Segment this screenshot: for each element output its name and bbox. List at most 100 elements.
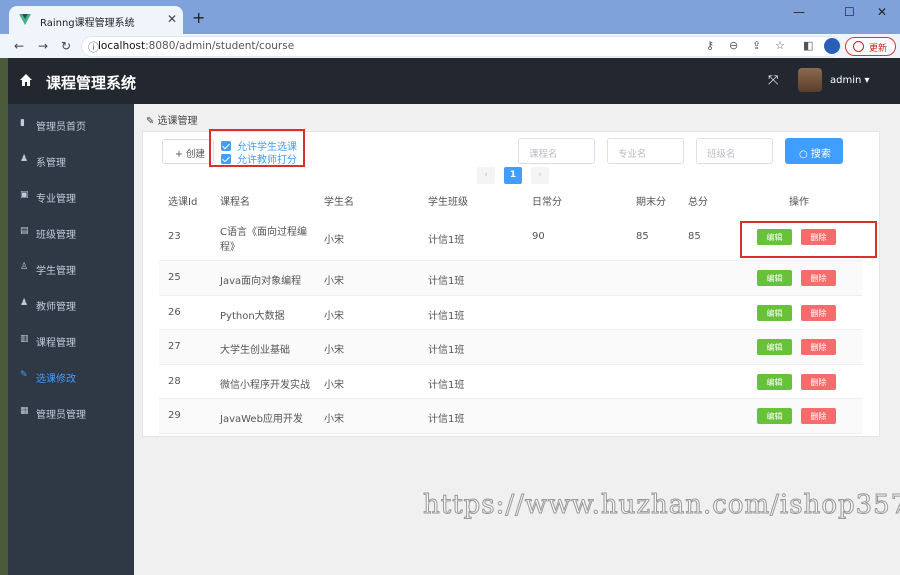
column-header: 课程名: [220, 197, 250, 208]
content-card: + 创建 允许学生选课 允许教师打分 课程名 专业名 班级名 ○ 搜索 ‹ 1 …: [142, 129, 880, 437]
update-button[interactable]: 更新: [845, 37, 896, 56]
major-name-input[interactable]: 专业名: [607, 138, 684, 164]
fullscreen-icon[interactable]: ⤧: [768, 73, 778, 88]
url-text: localhost:8080/admin/student/course: [98, 40, 295, 52]
sidebar-item-course[interactable]: ▥ 课程管理: [8, 325, 134, 355]
back-icon[interactable]: ←: [14, 39, 24, 53]
class-name-input[interactable]: 班级名: [696, 138, 773, 164]
table-row: 27 大学生创业基础 小宋 计信1班 编辑 删除: [159, 330, 862, 365]
share-icon[interactable]: ⇪: [752, 39, 761, 52]
address-bar: ← → ↻ ⓘ localhost:8080/admin/student/cou…: [0, 34, 900, 58]
browser-tab[interactable]: Rainng课程管理系统 ✕: [9, 6, 183, 34]
sidepanel-icon[interactable]: ◧: [803, 39, 813, 52]
create-button[interactable]: + 创建: [162, 139, 214, 164]
group-icon: ♟: [20, 154, 29, 164]
cell-total: 85: [688, 231, 701, 242]
key-icon[interactable]: ⚷: [706, 39, 714, 52]
column-header: 日常分: [532, 197, 562, 208]
column-header: 学生班级: [428, 197, 468, 208]
cell-student: 小宋: [324, 235, 344, 246]
edit-button[interactable]: 编辑: [757, 408, 792, 424]
cell-class: 计信1班: [428, 380, 465, 391]
forward-icon[interactable]: →: [38, 39, 48, 53]
maximize-icon[interactable]: ☐: [844, 5, 855, 19]
chart-icon: ▮: [20, 118, 25, 128]
sidebar-item-class[interactable]: ▤ 班级管理: [8, 217, 134, 247]
cell-student: 小宋: [324, 380, 344, 391]
column-header: 选课Id: [168, 197, 198, 208]
breadcrumb: ✎ 选课管理: [146, 116, 198, 127]
search-button[interactable]: ○ 搜索: [785, 138, 843, 164]
cell-daily: 90: [532, 231, 545, 242]
table-row: 26 Python大数据 小宋 计信1班 编辑 删除: [159, 296, 862, 330]
pager-prev-icon[interactable]: ‹: [477, 167, 495, 184]
delete-button[interactable]: 删除: [801, 305, 836, 321]
profile-icon[interactable]: [824, 38, 840, 54]
highlight-box: [209, 129, 305, 167]
course-name-input[interactable]: 课程名: [518, 138, 595, 164]
cell-id: 26: [168, 307, 181, 318]
sidebar-item-admin-manage[interactable]: ▦ 管理员管理: [8, 397, 134, 427]
edit-button[interactable]: 编辑: [757, 374, 792, 390]
sidebar-item-teacher[interactable]: ♟ 教师管理: [8, 289, 134, 319]
reload-icon[interactable]: ↻: [61, 39, 71, 53]
admin-icon: ▦: [20, 406, 29, 416]
star-icon[interactable]: ☆: [775, 39, 785, 52]
sidebar-item-major[interactable]: ▣ 专业管理: [8, 181, 134, 211]
pager-next-icon[interactable]: ›: [531, 167, 549, 184]
cell-student: 小宋: [324, 276, 344, 287]
minimize-icon[interactable]: —: [793, 5, 805, 19]
window-close-icon[interactable]: ✕: [877, 5, 887, 19]
app-title: 课程管理系统: [46, 74, 137, 92]
cell-id: 25: [168, 272, 181, 283]
home-icon[interactable]: [20, 74, 32, 86]
cell-id: 29: [168, 410, 181, 421]
cell-course: C语言《面向过程编: [220, 227, 307, 238]
cell-id: 23: [168, 231, 181, 242]
avatar[interactable]: [798, 68, 822, 92]
edit-icon: ✎: [20, 370, 28, 380]
cell-class: 计信1班: [428, 345, 465, 356]
sidebar-item-student[interactable]: ♙ 学生管理: [8, 253, 134, 283]
cell-course: Python大数据: [220, 311, 285, 322]
tab-close-icon[interactable]: ✕: [167, 12, 177, 26]
cell-course: 大学生创业基础: [220, 345, 290, 356]
vue-logo-icon: [19, 14, 31, 25]
zoom-icon[interactable]: ⊖: [729, 39, 738, 52]
table-row: 28 微信小程序开发实战 小宋 计信1班 编辑 删除: [159, 365, 862, 399]
pager-page-1[interactable]: 1: [504, 167, 522, 184]
watermark: https://www.huzhan.com/ishop3572: [423, 490, 900, 521]
cell-student: 小宋: [324, 414, 344, 425]
cell-student: 小宋: [324, 345, 344, 356]
book-icon: ▥: [20, 334, 29, 344]
cell-class: 计信1班: [428, 414, 465, 425]
highlight-box: [740, 221, 877, 258]
delete-button[interactable]: 删除: [801, 339, 836, 355]
cell-class: 计信1班: [428, 311, 465, 322]
cell-course-cont: 程》: [220, 242, 240, 253]
column-header: 操作: [789, 197, 809, 208]
cell-id: 28: [168, 376, 181, 387]
class-icon: ▤: [20, 226, 29, 236]
sidebar-item-department[interactable]: ♟ 系管理: [8, 145, 134, 175]
delete-button[interactable]: 删除: [801, 374, 836, 390]
edit-button[interactable]: 编辑: [757, 339, 792, 355]
table-row: 25 Java面向对象编程 小宋 计信1班 编辑 删除: [159, 261, 862, 296]
sidebar-item-admin-home[interactable]: ▮ 管理员首页: [8, 109, 134, 139]
user-menu[interactable]: admin ▾: [830, 75, 870, 86]
tab-title: Rainng课程管理系统: [40, 18, 135, 29]
new-tab-icon[interactable]: +: [192, 8, 205, 27]
column-header: 学生名: [324, 197, 354, 208]
cell-course: 微信小程序开发实战: [220, 380, 310, 391]
delete-button[interactable]: 删除: [801, 408, 836, 424]
edit-button[interactable]: 编辑: [757, 305, 792, 321]
major-icon: ▣: [20, 190, 29, 200]
cell-id: 27: [168, 341, 181, 352]
edit-button[interactable]: 编辑: [757, 270, 792, 286]
cell-class: 计信1班: [428, 276, 465, 287]
browser-tab-strip: Rainng课程管理系统 ✕ + — ☐ ✕: [0, 0, 900, 34]
delete-button[interactable]: 删除: [801, 270, 836, 286]
student-icon: ♙: [20, 262, 29, 272]
sidebar-item-selection-edit[interactable]: ✎ 选课修改: [8, 361, 134, 391]
cell-final: 85: [636, 231, 649, 242]
